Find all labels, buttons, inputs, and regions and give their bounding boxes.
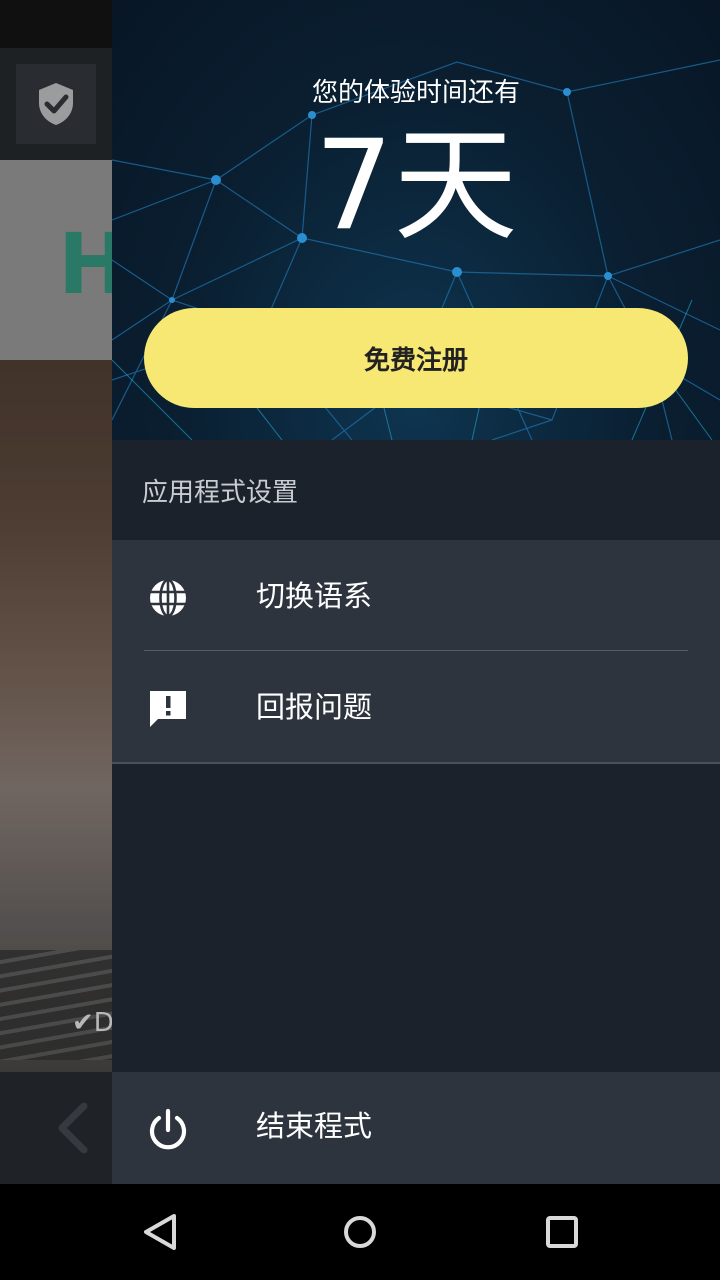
exit-app-label: 结束程式 xyxy=(256,1109,373,1143)
back-triangle-icon[interactable] xyxy=(136,1208,184,1256)
drawer-scrim[interactable] xyxy=(0,48,112,1184)
trial-remaining-text: 您的体验时间还有 xyxy=(311,78,520,108)
feedback-icon xyxy=(150,691,186,727)
navigation-drawer: 您的体验时间还有 7天 免费注册 应用程式设置 切换语系 回报问题 结束程式 xyxy=(112,0,720,1184)
system-navigation-bar xyxy=(0,1184,720,1280)
menu-item-label: 切换语系 xyxy=(256,579,373,613)
home-circle-icon[interactable] xyxy=(336,1208,384,1256)
settings-menu: 切换语系 回报问题 xyxy=(112,540,720,764)
menu-item-report-issue[interactable]: 回报问题 xyxy=(112,651,720,761)
drawer-header: 您的体验时间还有 7天 免费注册 xyxy=(112,0,720,440)
recents-square-icon[interactable] xyxy=(538,1208,586,1256)
free-register-button[interactable]: 免费注册 xyxy=(144,308,688,408)
menu-item-label: 回报问题 xyxy=(256,690,373,724)
menu-item-switch-language[interactable]: 切换语系 xyxy=(112,540,720,651)
app-settings-section-title: 应用程式设置 xyxy=(142,478,299,508)
globe-icon xyxy=(150,578,186,618)
power-icon xyxy=(149,1108,187,1150)
trial-days-count: 7天 xyxy=(314,114,518,258)
exit-app-button[interactable]: 结束程式 xyxy=(112,1072,720,1184)
